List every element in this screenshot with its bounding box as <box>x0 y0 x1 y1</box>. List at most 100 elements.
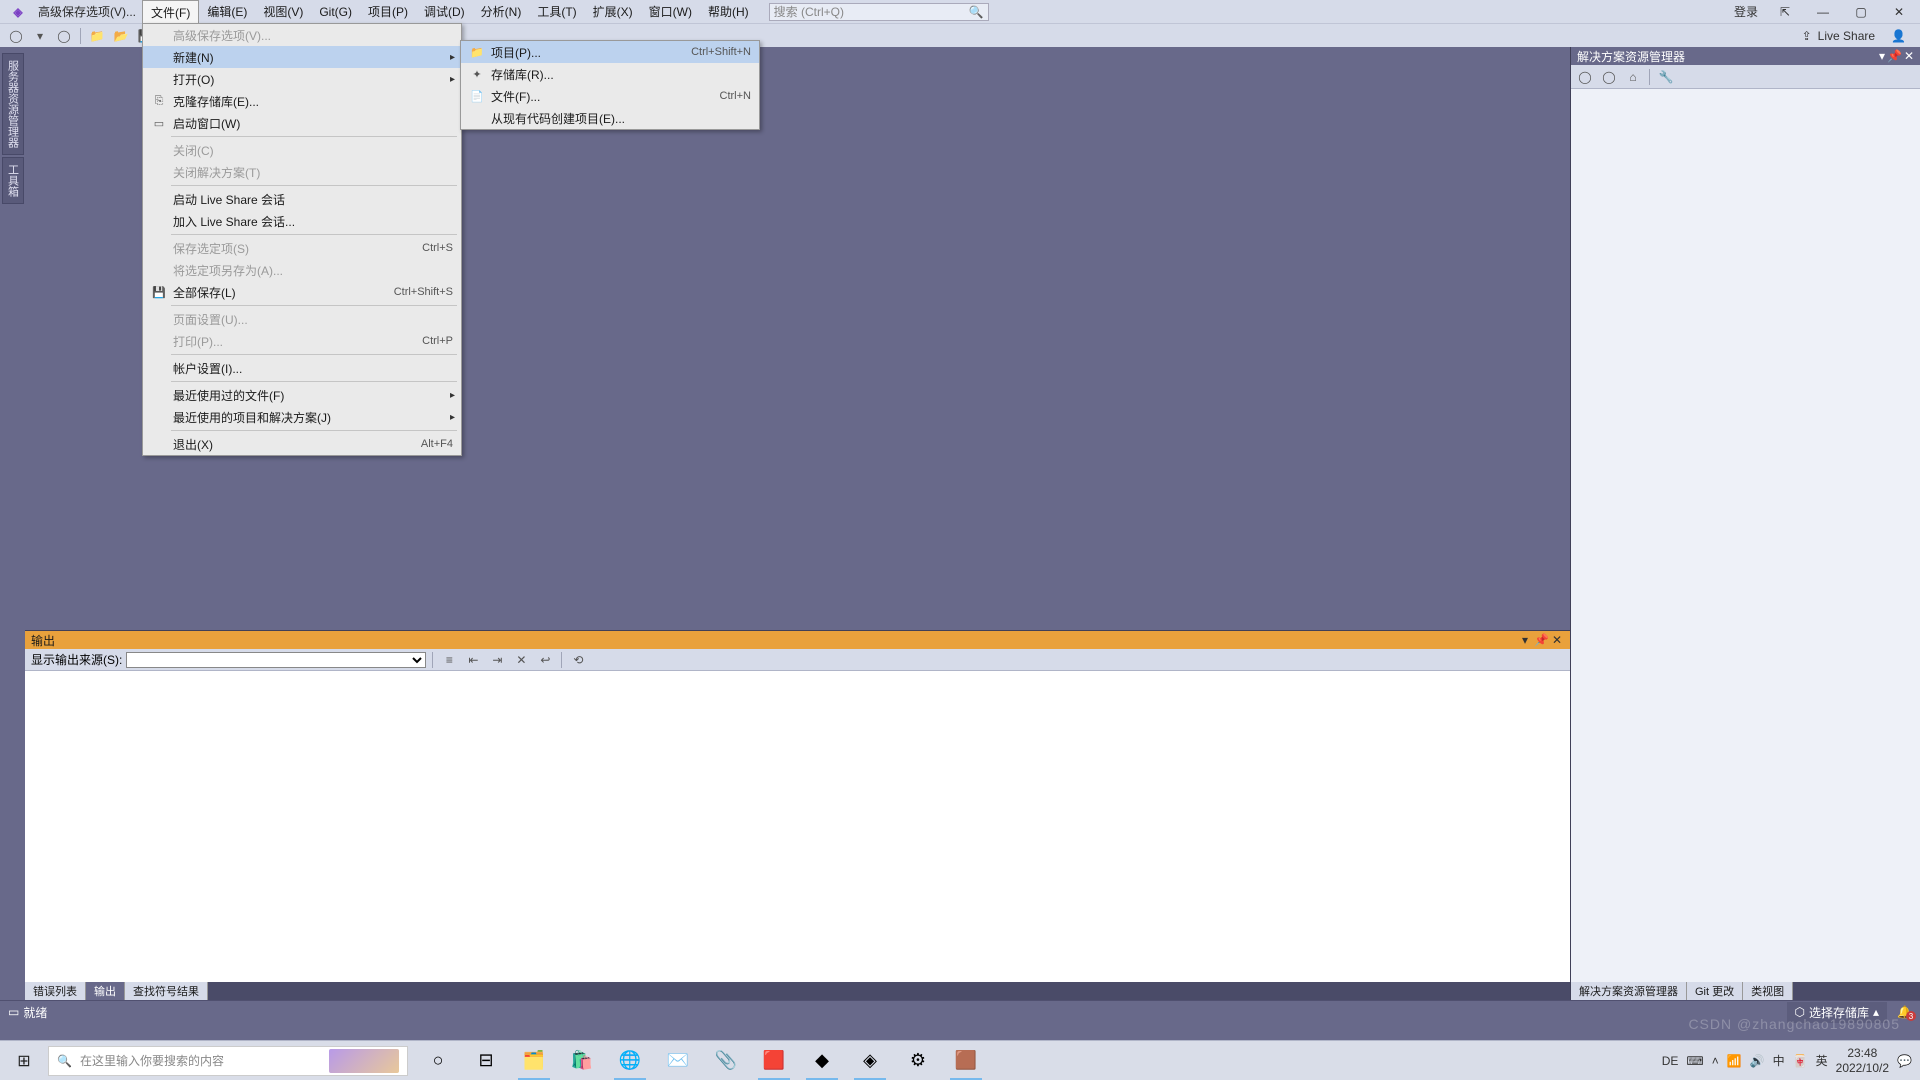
close-button[interactable]: ✕ <box>1882 2 1916 22</box>
submenu-item[interactable]: ✦存储库(R)... <box>461 63 759 85</box>
menu-item[interactable]: 启动 Live Share 会话 <box>143 188 461 210</box>
app2-icon[interactable]: 🟫 <box>942 1041 990 1080</box>
rail-tab[interactable]: 工具箱 <box>2 157 24 204</box>
login-icon[interactable]: ⇱ <box>1768 2 1802 22</box>
menu-文件(F)[interactable]: 文件(F) <box>142 0 199 23</box>
menu-item[interactable]: 打开(O)▸ <box>143 68 461 90</box>
se-close-icon[interactable]: ✕ <box>1904 49 1914 63</box>
output-toggle-icon[interactable]: ⟲ <box>568 650 588 670</box>
output-body[interactable] <box>25 671 1570 982</box>
submenu-item[interactable]: 从现有代码创建项目(E)... <box>461 107 759 129</box>
explorer-icon[interactable]: 🗂️ <box>510 1041 558 1080</box>
output-source-select[interactable] <box>126 652 426 668</box>
nav-forward-icon[interactable]: ◯ <box>54 26 74 46</box>
menu-工具(T)[interactable]: 工具(T) <box>529 0 584 23</box>
maximize-button[interactable]: ▢ <box>1844 2 1878 22</box>
menu-帮助(H)[interactable]: 帮助(H) <box>700 0 757 23</box>
menu-item[interactable]: 加入 Live Share 会话... <box>143 210 461 232</box>
steam-icon[interactable]: ⚙ <box>894 1041 942 1080</box>
output-titlebar[interactable]: 输出 ▾ 📌 ✕ <box>25 631 1570 649</box>
menu-Git(G)[interactable]: Git(G) <box>311 0 360 23</box>
submenu-item[interactable]: 📁项目(P)...Ctrl+Shift+N <box>461 41 759 63</box>
tray-desktop-icon[interactable]: DE <box>1662 1054 1679 1068</box>
tray-keyboard-icon[interactable]: ⌨ <box>1686 1054 1703 1068</box>
edge-icon[interactable]: 🌐 <box>606 1041 654 1080</box>
visualstudio-icon[interactable]: ◈ <box>846 1041 894 1080</box>
output-tab[interactable]: 错误列表 <box>25 982 86 1000</box>
menu-调试(D)[interactable]: 调试(D) <box>416 0 473 23</box>
output-dropdown-icon[interactable]: ▾ <box>1518 633 1532 647</box>
liveshare-icon: ⇪ <box>1802 29 1812 43</box>
login-button[interactable]: 登录 <box>1728 3 1764 20</box>
menu-扩展(X)[interactable]: 扩展(X) <box>585 0 641 23</box>
tray-clock[interactable]: 23:48 2022/10/2 <box>1836 1046 1889 1075</box>
se-back-icon[interactable]: ◯ <box>1575 67 1595 87</box>
output-source-label: 显示输出来源(S): <box>31 651 122 668</box>
se-dropdown-icon[interactable]: ▾ <box>1879 49 1885 63</box>
submenu-item[interactable]: 📄文件(F)...Ctrl+N <box>461 85 759 107</box>
output-prev-icon[interactable]: ⇤ <box>463 650 483 670</box>
open-icon[interactable]: 📂 <box>111 26 131 46</box>
nav-back-icon[interactable]: ◯ <box>6 26 26 46</box>
taskbar-search[interactable]: 🔍 在这里输入你要搜索的内容 <box>48 1046 408 1076</box>
search-input[interactable]: 搜索 (Ctrl+Q) 🔍 <box>769 3 989 21</box>
tray-network-icon[interactable]: 📶 <box>1727 1054 1742 1068</box>
office-icon[interactable]: 📎 <box>702 1041 750 1080</box>
wps-icon[interactable]: 🟥 <box>750 1041 798 1080</box>
menu-item[interactable]: 最近使用过的文件(F)▸ <box>143 384 461 406</box>
menu-item[interactable]: 退出(X)Alt+F4 <box>143 433 461 455</box>
menu-视图(V)[interactable]: 视图(V) <box>255 0 311 23</box>
menu-编辑(E)[interactable]: 编辑(E) <box>199 0 255 23</box>
solution-explorer-titlebar[interactable]: 解决方案资源管理器 ▾ 📌 ✕ <box>1571 47 1920 65</box>
se-home-icon[interactable]: ⌂ <box>1623 67 1643 87</box>
menu-item[interactable]: ⎘克隆存储库(E)... <box>143 90 461 112</box>
tray-chevron-icon[interactable]: ˄ <box>1712 1054 1719 1068</box>
output-pin-icon[interactable]: 📌 <box>1534 633 1548 647</box>
menu-item[interactable]: 帐户设置(I)... <box>143 357 461 379</box>
taskview-icon[interactable]: ⊟ <box>462 1041 510 1080</box>
status-ready-icon: ▭ <box>8 1005 19 1019</box>
solution-tab[interactable]: 类视图 <box>1743 982 1793 1000</box>
rail-tab[interactable]: 服务器资源管理器 <box>2 53 24 155</box>
solution-tab[interactable]: Git 更改 <box>1687 982 1743 1000</box>
output-goto-icon[interactable]: ≡ <box>439 650 459 670</box>
menu-分析(N)[interactable]: 分析(N) <box>473 0 530 23</box>
windows-taskbar: ⊞ 🔍 在这里输入你要搜索的内容 ○ ⊟ 🗂️ 🛍️ 🌐 ✉️ 📎 🟥 ◆ ◈ … <box>0 1040 1920 1080</box>
tray-ime2[interactable]: 英 <box>1816 1052 1828 1069</box>
output-close-icon[interactable]: ✕ <box>1550 633 1564 647</box>
mail-icon[interactable]: ✉️ <box>654 1041 702 1080</box>
menu-窗口(W)[interactable]: 窗口(W) <box>641 0 700 23</box>
menu-item[interactable]: 💾全部保存(L)Ctrl+Shift+S <box>143 281 461 303</box>
window-title: 高级保存选项(V)... <box>32 3 142 20</box>
store-icon[interactable]: 🛍️ <box>558 1041 606 1080</box>
search-placeholder: 搜索 (Ctrl+Q) <box>774 3 844 20</box>
solution-tab[interactable]: 解决方案资源管理器 <box>1571 982 1687 1000</box>
nav-dropdown-icon[interactable]: ▾ <box>30 26 50 46</box>
minimize-button[interactable]: — <box>1806 2 1840 22</box>
new-project-icon[interactable]: 📁 <box>87 26 107 46</box>
output-wrap-icon[interactable]: ↩ <box>535 650 555 670</box>
se-forward-icon[interactable]: ◯ <box>1599 67 1619 87</box>
tray-ime1[interactable]: 中 <box>1773 1052 1785 1069</box>
cortana-icon[interactable]: ○ <box>414 1041 462 1080</box>
liveshare-button[interactable]: Live Share <box>1818 29 1875 43</box>
menu-item: 关闭解决方案(T) <box>143 161 461 183</box>
solution-explorer-body[interactable] <box>1571 89 1920 982</box>
menu-item: 打印(P)...Ctrl+P <box>143 330 461 352</box>
output-next-icon[interactable]: ⇥ <box>487 650 507 670</box>
output-clear-icon[interactable]: ✕ <box>511 650 531 670</box>
tray-notifications-icon[interactable]: 💬 <box>1897 1054 1912 1068</box>
menu-item[interactable]: 最近使用的项目和解决方案(J)▸ <box>143 406 461 428</box>
se-pin-icon[interactable]: 📌 <box>1887 49 1902 63</box>
tray-ime-icon[interactable]: 🀄 <box>1793 1054 1808 1068</box>
tray-volume-icon[interactable]: 🔊 <box>1750 1054 1765 1068</box>
menu-item[interactable]: 新建(N)▸ <box>143 46 461 68</box>
output-tab[interactable]: 输出 <box>86 982 125 1000</box>
app-icon[interactable]: ◆ <box>798 1041 846 1080</box>
feedback-icon[interactable]: 👤 <box>1891 29 1906 43</box>
menu-项目(P)[interactable]: 项目(P) <box>360 0 416 23</box>
output-tab[interactable]: 查找符号结果 <box>125 982 208 1000</box>
se-properties-icon[interactable]: 🔧 <box>1656 67 1676 87</box>
menu-item[interactable]: ▭启动窗口(W) <box>143 112 461 134</box>
start-button[interactable]: ⊞ <box>0 1041 48 1080</box>
